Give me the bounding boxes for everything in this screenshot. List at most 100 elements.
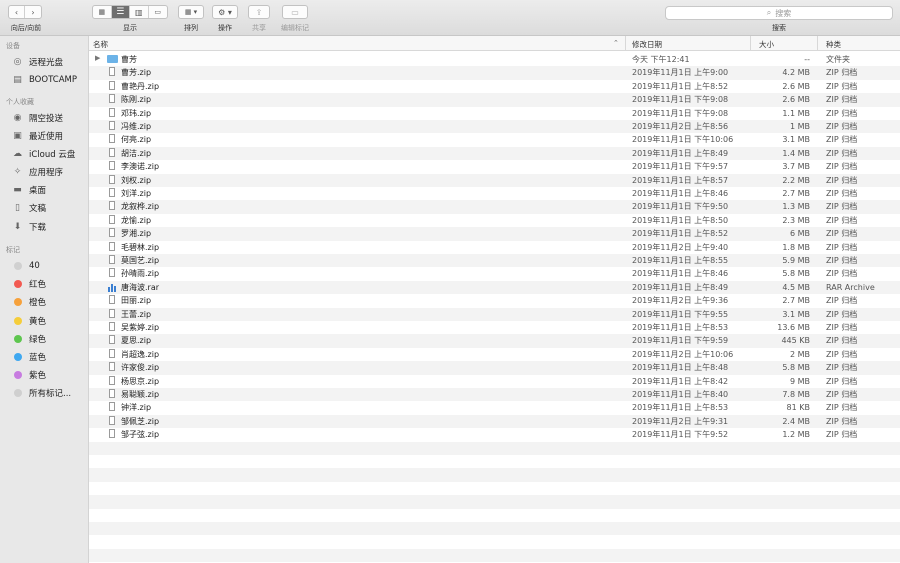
sidebar-tag-red[interactable]: 红色 [12,277,46,291]
table-row[interactable]: 许家俊.zip 2019年11月1日 上午8:48 5.8 MB ZIP 归档 [89,361,900,375]
table-row[interactable]: 冯维.zip 2019年11月2日 上午8:56 1 MB ZIP 归档 [89,120,900,134]
sidebar-item-bootcamp[interactable]: ▤ BOOTCAMP [12,73,77,87]
sidebar-item-label: 蓝色 [29,353,47,363]
sidebar-item-desktop[interactable]: ▬ 桌面 [12,183,46,197]
sidebar-all-tags[interactable]: 所有标记... [12,386,71,400]
table-row[interactable]: 曹芳.zip 2019年11月1日 上午9:00 4.2 MB ZIP 归档 [89,66,900,80]
table-row[interactable]: 邓玮.zip 2019年11月1日 下午9:08 1.1 MB ZIP 归档 [89,107,900,120]
column-header-kind[interactable]: 种类 [826,39,841,50]
table-row[interactable]: 龙叙桦.zip 2019年11月1日 下午9:50 1.3 MB ZIP 归档 [89,200,900,214]
zip-file-icon [109,402,115,412]
column-divider [625,36,626,51]
table-row[interactable]: 胡洁.zip 2019年11月1日 上午8:49 1.4 MB ZIP 归档 [89,146,900,161]
table-row[interactable]: 何亮.zip 2019年11月1日 下午10:06 3.1 MB ZIP 归档 [89,133,900,146]
sidebar-tag-40[interactable]: 40 [12,259,40,273]
view-switcher: ▦ ☰ ▥ ▭ [92,5,168,19]
file-kind: ZIP 归档 [826,229,858,239]
file-kind: ZIP 归档 [826,309,858,319]
search-placeholder: 搜索 [775,8,792,18]
file-kind: ZIP 归档 [826,323,858,332]
table-row[interactable]: 易聪颖.zip 2019年11月1日 上午8:40 7.8 MB ZIP 归档 [89,388,900,402]
list-view-button[interactable]: ☰ [111,6,130,18]
sidebar-item-downloads[interactable]: ⬇ 下载 [12,220,46,234]
table-row[interactable]: 陈刚.zip 2019年11月1日 下午9:08 2.6 MB ZIP 归档 [89,93,900,107]
table-row[interactable]: 毛碧林.zip 2019年11月2日 上午9:40 1.8 MB ZIP 归档 [89,241,900,254]
file-size: 5.8 MB [782,269,810,279]
sidebar-tag-green[interactable]: 绿色 [12,332,46,346]
gallery-view-button[interactable]: ▭ [149,6,167,18]
column-header-name[interactable]: 名称 [93,39,108,50]
table-row[interactable]: 夏思.zip 2019年11月1日 下午9:59 445 KB ZIP 归档 [89,334,900,348]
sidebar-tag-blue[interactable]: 蓝色 [12,350,46,364]
sidebar-tag-purple[interactable]: 紫色 [12,368,46,382]
search-icon: ⌕ [766,8,772,17]
empty-row [89,468,900,482]
zip-file-icon [109,322,115,331]
file-name: 田丽.zip [121,296,152,306]
file-name: 邓玮.zip [121,108,152,118]
zip-file-icon [109,161,115,171]
table-row[interactable]: 邹子弦.zip 2019年11月1日 下午9:52 1.2 MB ZIP 归档 [89,428,900,441]
table-row[interactable]: 罗湘.zip 2019年11月1日 上午8:52 6 MB ZIP 归档 [89,227,900,241]
file-date: 2019年11月1日 上午8:48 [632,363,729,373]
file-size: 2.3 MB [782,215,810,225]
arrange-label: 排列 [184,24,198,32]
file-name: 罗湘.zip [121,229,152,239]
icon-view-button[interactable]: ▦ [93,6,112,18]
file-kind: RAR Archive [826,282,875,292]
file-kind: ZIP 归档 [826,336,858,346]
sidebar-tag-yellow[interactable]: 黄色 [12,314,46,328]
file-date: 2019年11月1日 上午8:50 [632,215,729,225]
edit-tags-button[interactable]: ▭ [282,5,308,19]
table-row[interactable]: 曹艳丹.zip 2019年11月1日 上午8:52 2.6 MB ZIP 归档 [89,80,900,93]
search-label: 搜索 [772,24,786,32]
table-row[interactable]: 肖超逸.zip 2019年11月2日 上午10:06 2 MB ZIP 归档 [89,348,900,361]
column-divider [817,36,818,51]
arrange-button[interactable]: ▦ ▾ [178,5,204,19]
table-row[interactable]: 孙晴雨.zip 2019年11月1日 上午8:46 5.8 MB ZIP 归档 [89,267,900,280]
zip-file-icon [109,348,115,358]
action-button[interactable]: ⚙ ▾ [212,5,238,19]
disclosure-triangle-icon[interactable]: ▶ [95,54,100,62]
tag-dot [14,353,22,361]
file-date: 2019年11月1日 下午9:52 [632,430,729,440]
toolbar: ‹ › 向后/向前 ▦ ☰ ▥ ▭ 显示 ▦ ▾ 排列 ⚙ ▾ 操作 ⇪ 共享 … [0,0,900,36]
table-row[interactable]: 刘权.zip 2019年11月1日 上午8:57 2.2 MB ZIP 归档 [89,173,900,187]
sidebar-item-icloud[interactable]: ☁ iCloud 云盘 [12,147,75,161]
table-row[interactable]: ▶ 曹芳 今天 下午12:41 -- 文件夹 [89,53,900,66]
share-button[interactable]: ⇪ [248,5,270,19]
table-row[interactable]: 龙愉.zip 2019年11月1日 上午8:50 2.3 MB ZIP 归档 [89,214,900,227]
zip-file-icon [109,268,115,278]
file-kind: ZIP 归档 [826,296,858,306]
sidebar-header-devices: 设备 [6,42,20,50]
table-row[interactable]: 莫国艺.zip 2019年11月1日 上午8:55 5.9 MB ZIP 归档 [89,254,900,268]
file-size: 1.1 MB [782,108,810,118]
sidebar-item-recents[interactable]: ▣ 最近使用 [12,129,63,143]
column-header-size[interactable]: 大小 [759,39,774,50]
sidebar-item-label: 紫色 [29,371,47,381]
sidebar-item-remote-disc[interactable]: ◎ 远程光盘 [12,55,63,69]
back-button[interactable]: ‹ [9,6,26,18]
forward-button[interactable]: › [25,6,41,18]
table-row[interactable]: 李澳诺.zip 2019年11月1日 下午9:57 3.7 MB ZIP 归档 [89,160,900,173]
search-field[interactable]: ⌕ 搜索 [665,6,893,20]
table-row[interactable]: 杨思京.zip 2019年11月1日 上午8:42 9 MB ZIP 归档 [89,375,900,388]
table-row[interactable]: 唐海波.rar 2019年11月1日 上午8:49 4.5 MB RAR Archiv… [89,280,900,295]
table-row[interactable]: 钟洋.zip 2019年11月1日 上午8:53 81 KB ZIP 归档 [89,401,900,414]
table-row[interactable]: 王蕾.zip 2019年11月1日 下午9:55 3.1 MB ZIP 归档 [89,307,900,321]
drive-icon: ▤ [13,75,22,85]
file-date: 2019年11月2日 上午9:40 [632,242,729,252]
table-row[interactable]: 田丽.zip 2019年11月2日 上午9:36 2.7 MB ZIP 归档 [89,294,900,307]
table-row[interactable]: 吴紫婷.zip 2019年11月1日 上午8:53 13.6 MB ZIP 归档 [89,321,900,334]
table-row[interactable]: 邹佩芝.zip 2019年11月2日 上午9:31 2.4 MB ZIP 归档 [89,414,900,429]
archive-icon [108,283,116,292]
sidebar-item-documents[interactable]: ▯ 文稿 [12,201,46,215]
column-header-date[interactable]: 修改日期 [632,39,662,50]
table-row[interactable]: 刘洋.zip 2019年11月1日 上午8:46 2.7 MB ZIP 归档 [89,187,900,200]
sidebar-item-applications[interactable]: ✧ 应用程序 [12,165,63,179]
sidebar-item-airdrop[interactable]: ◉ 隔空投送 [12,111,63,125]
file-date: 2019年11月2日 上午10:06 [632,349,734,359]
column-view-button[interactable]: ▥ [130,6,149,18]
file-kind: ZIP 归档 [826,269,858,279]
sidebar-tag-orange[interactable]: 橙色 [12,295,46,309]
